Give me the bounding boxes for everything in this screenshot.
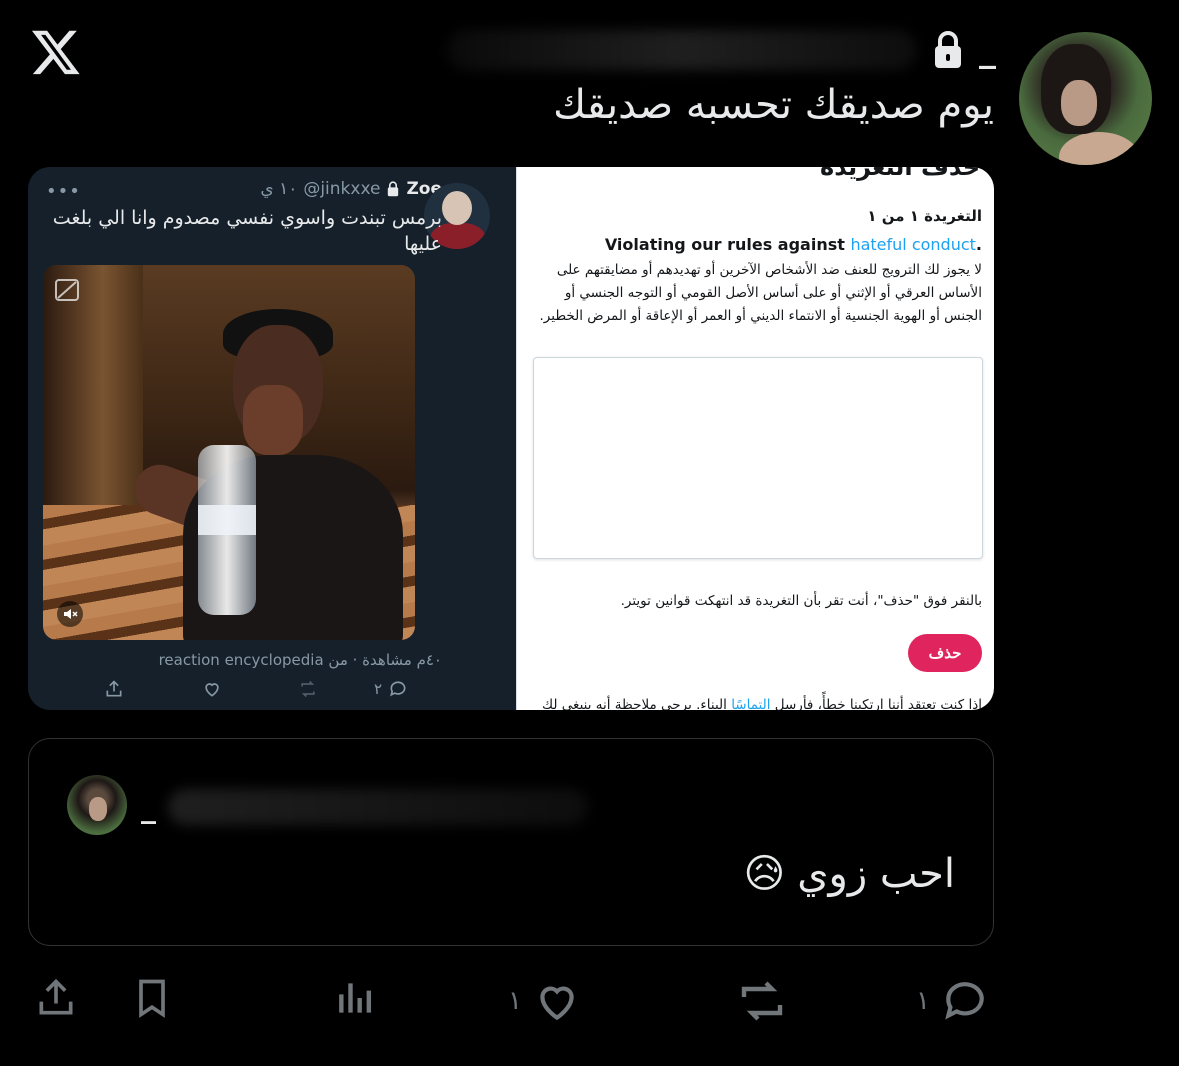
share-button[interactable] — [34, 976, 78, 1020]
views-icon — [339, 983, 372, 1013]
like-icon — [202, 679, 222, 699]
bookmark-button[interactable] — [130, 976, 174, 1020]
rule-violation: Violating our rules against hateful cond… — [604, 235, 982, 254]
tweet-text: يوم صديقك تحسبه صديقك — [553, 82, 994, 128]
like-button[interactable]: ١ — [508, 976, 582, 1026]
confirm-text: بالنقر فوق "حذف"، أنت تقر بأن التغريدة ق… — [620, 593, 982, 609]
lock-icon — [388, 181, 399, 197]
screenshot-quoted-tweet: ••• Zoe @jinkxxe ١٠ ي برمس تبندت واسوي ن… — [28, 167, 516, 710]
dialog-title: حذف التغريدة — [820, 167, 980, 181]
rule-description: لا يجوز لك الترويج للعنف ضد الأشخاص الآخ… — [539, 262, 983, 324]
sad-emoji-icon: 😥 — [743, 851, 786, 897]
quoted-views: ٤٠م مشاهدة · من reaction encyclopedia — [158, 651, 442, 669]
reply-icon — [945, 982, 984, 1020]
captions-icon — [55, 279, 79, 301]
screenshot-delete-dialog: حذف التغريدة التغريدة ١ من ١ Violating o… — [516, 167, 994, 710]
reaction-video — [43, 265, 415, 640]
tweet-action-bar: ١ ١ — [0, 970, 1179, 1030]
reply-count-value: ٢ — [374, 680, 383, 698]
quoted-author-handle: @jinkxxe — [303, 179, 381, 199]
reply-count: ٢ — [374, 679, 408, 699]
author-avatar[interactable] — [1019, 32, 1152, 165]
author-header[interactable]: _ — [447, 30, 996, 70]
delete-button: حذف — [908, 634, 982, 672]
retweet-icon — [298, 679, 318, 699]
tweet-counter: التغريدة ١ من ١ — [867, 207, 982, 225]
x-logo-icon[interactable] — [30, 26, 82, 78]
reply-icon — [390, 681, 406, 697]
tweet-preview-box — [533, 357, 983, 559]
tweet-media[interactable]: ••• Zoe @jinkxxe ١٠ ي برمس تبندت واسوي ن… — [28, 167, 994, 710]
quoted-actions: ٢ — [104, 679, 424, 703]
quote-text-body: احب زوي — [797, 851, 955, 897]
appeal-text: إذا كنت تعتقد أننا ارتكبنا خطأً، فأرسل ا… — [542, 697, 982, 710]
hateful-conduct-link: hateful conduct — [850, 235, 976, 254]
views-button[interactable] — [334, 976, 378, 1020]
quoted-text: برمس تبندت واسوي نفسي مصدوم وانا الي بلغ… — [52, 207, 442, 255]
retweet-icon — [741, 981, 783, 1021]
quoted-time: ١٠ ي — [260, 179, 298, 199]
more-icon: ••• — [46, 181, 81, 202]
appeal-link: التماسًا — [731, 697, 771, 710]
author-handle-mark: _ — [979, 30, 996, 70]
retweet-button[interactable] — [734, 976, 790, 1026]
quoted-tweet-header: Zoe @jinkxxe ١٠ ي — [260, 179, 442, 199]
quote-text: احب زوي 😥 — [744, 851, 955, 897]
quote-avatar — [67, 775, 127, 835]
quoted-tweet-card[interactable]: _ احب زوي 😥 — [28, 738, 994, 946]
lock-icon — [935, 31, 961, 68]
like-count: ١ — [508, 986, 522, 1016]
share-icon — [104, 679, 124, 699]
quote-author: _ — [141, 789, 588, 825]
reply-button[interactable]: ١ — [916, 976, 990, 1026]
mute-icon — [57, 601, 83, 627]
reply-count: ١ — [916, 986, 930, 1016]
redacted-name — [447, 30, 917, 70]
redacted-name — [168, 789, 588, 825]
quote-handle-mark: _ — [141, 789, 156, 825]
share-icon — [39, 978, 73, 1015]
bookmark-icon — [139, 979, 165, 1018]
like-icon — [540, 986, 574, 1021]
